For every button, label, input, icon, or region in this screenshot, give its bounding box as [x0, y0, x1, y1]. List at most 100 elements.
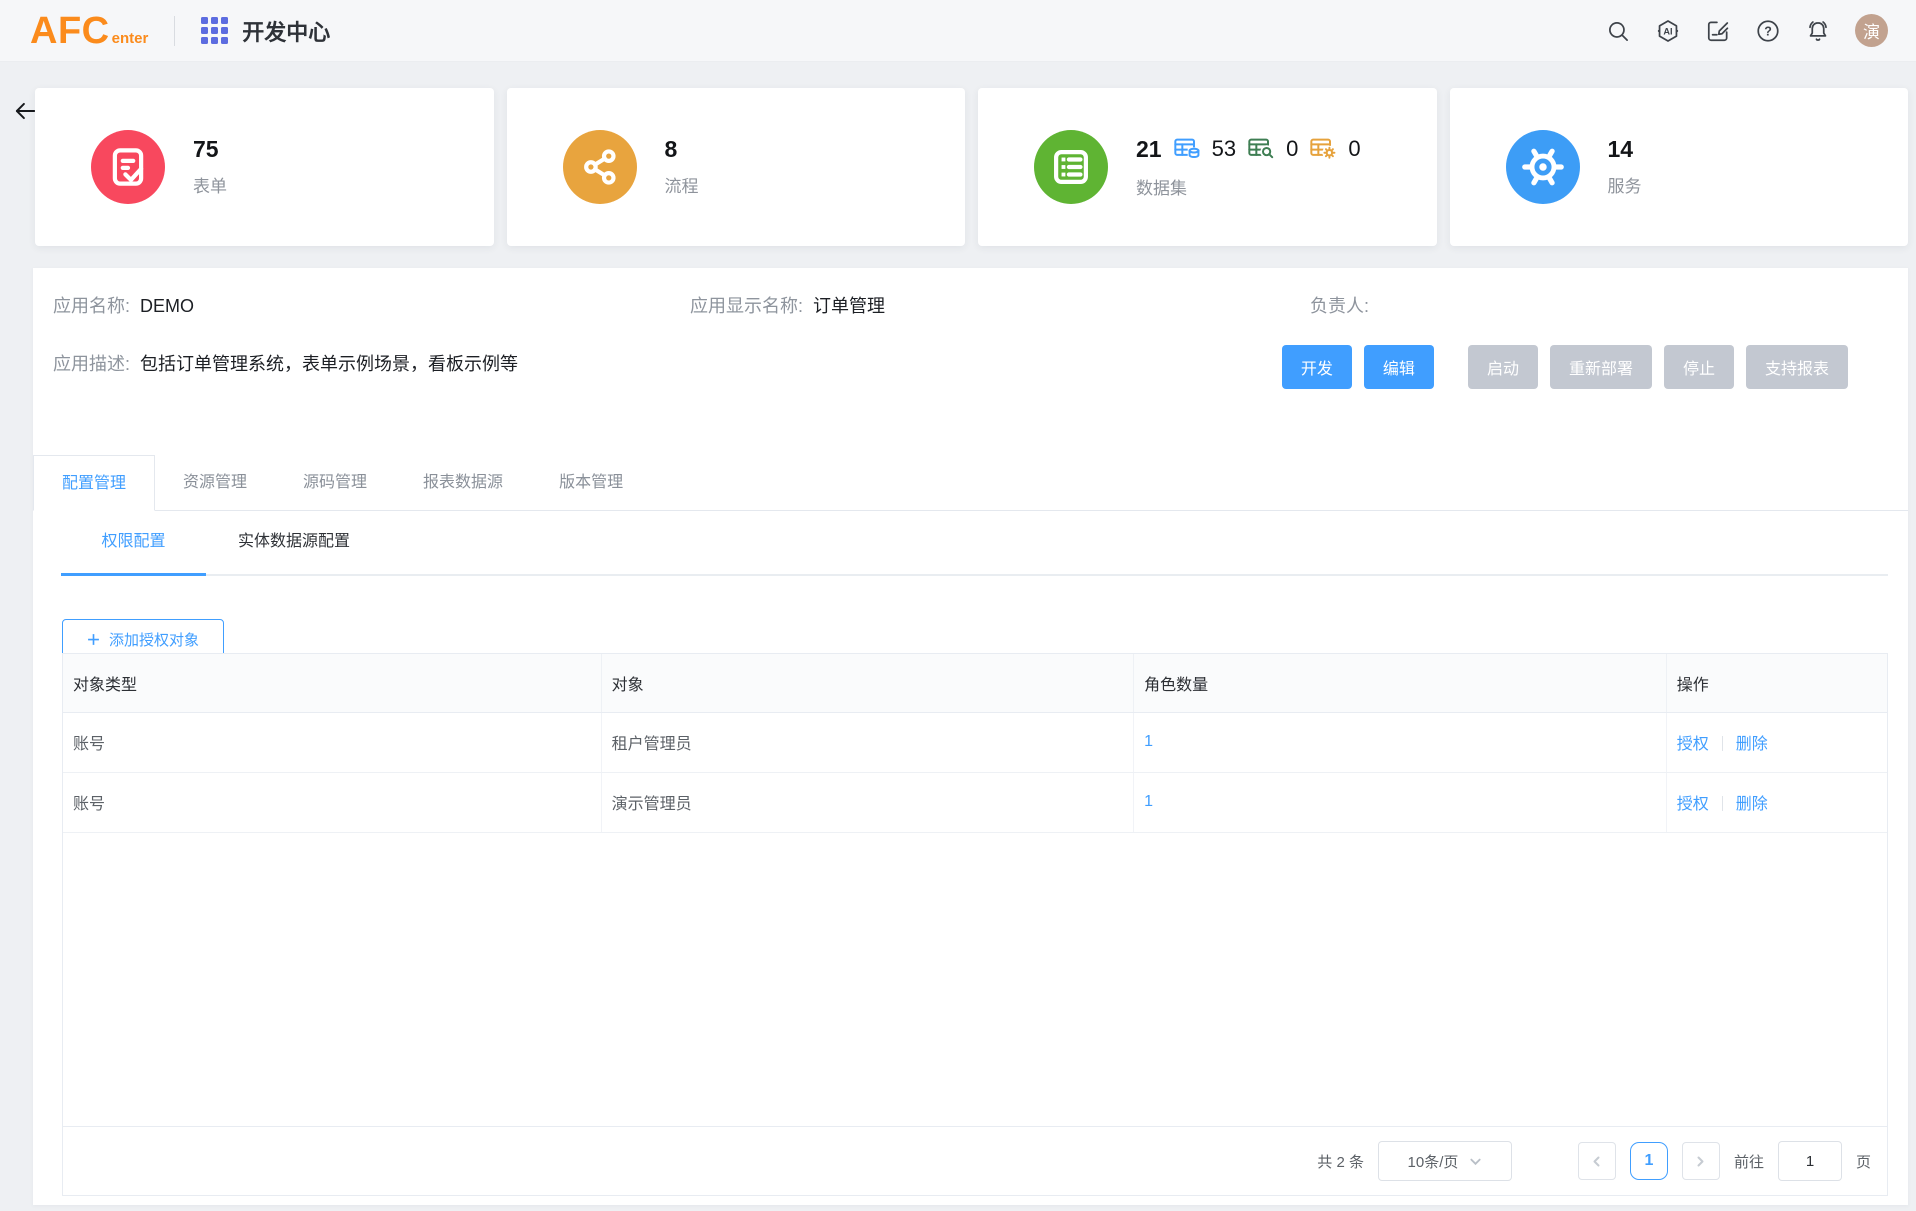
compose-icon — [1705, 18, 1731, 44]
page-size-value: 10条/页 — [1408, 1151, 1459, 1172]
form-check-icon — [91, 130, 165, 204]
page-size-select[interactable]: 10条/页 — [1378, 1141, 1512, 1181]
app-panel: 应用名称: DEMO 应用显示名称: 订单管理 负责人: 应用描述: 包括订单管理系统… — [33, 268, 1908, 1205]
stat-card-datasets: 21 53 — [978, 88, 1437, 246]
role-count-link[interactable]: 1 — [1144, 733, 1153, 750]
help-button[interactable]: ? — [1755, 18, 1781, 44]
authorization-table: 对象类型 对象 角色数量 操作 账号 租户管理员 1 授权删除 账号 演 — [63, 654, 1887, 833]
dataset-stats: 21 53 — [1136, 135, 1361, 163]
cell-object: 租户管理员 — [601, 712, 1134, 772]
avatar-text: 演 — [1863, 18, 1880, 43]
app-description-label: 应用描述: — [53, 354, 130, 374]
cell-object-type: 账号 — [63, 712, 601, 772]
compose-button[interactable] — [1705, 18, 1731, 44]
delete-link[interactable]: 删除 — [1736, 736, 1768, 753]
role-count-link[interactable]: 1 — [1144, 793, 1153, 810]
plus-icon — [87, 633, 100, 646]
services-label: 服务 — [1608, 172, 1642, 197]
edit-button[interactable]: 编辑 — [1364, 345, 1434, 389]
flows-count: 8 — [665, 138, 699, 161]
action-divider — [1722, 736, 1723, 751]
total-count-label: 共 2 条 — [1317, 1151, 1364, 1172]
dataset-count: 21 — [1136, 138, 1162, 161]
topbar-actions: AI ? — [1605, 14, 1888, 47]
goto-unit-label: 页 — [1856, 1151, 1871, 1172]
tab-config-management[interactable]: 配置管理 — [33, 455, 155, 511]
table-header-row: 对象类型 对象 角色数量 操作 — [63, 654, 1887, 712]
notification-button[interactable] — [1805, 18, 1831, 44]
cell-role-count: 1 — [1134, 772, 1667, 832]
goto-label: 前往 — [1734, 1151, 1764, 1172]
logo-main-text: AFC — [30, 12, 110, 50]
app-name-label: 应用名称: — [53, 296, 130, 316]
app-display-name-value: 订单管理 — [813, 296, 885, 316]
afcenter-logo[interactable]: AFC enter — [30, 12, 148, 50]
authorization-table-panel: 对象类型 对象 角色数量 操作 账号 租户管理员 1 授权删除 账号 演 — [62, 653, 1888, 1196]
next-page-button[interactable] — [1682, 1142, 1720, 1180]
prev-page-button[interactable] — [1578, 1142, 1616, 1180]
pagination-bar: 共 2 条 10条/页 1 前往 页 — [63, 1126, 1887, 1195]
subtab-entity-datasource-config[interactable]: 实体数据源配置 — [206, 512, 382, 576]
authorize-link[interactable]: 授权 — [1677, 796, 1709, 813]
help-icon: ? — [1755, 18, 1781, 44]
page-number-button[interactable]: 1 — [1630, 1142, 1668, 1180]
column-object-type: 对象类型 — [63, 654, 601, 712]
start-button[interactable]: 启动 — [1468, 345, 1538, 389]
cell-actions: 授权 删除 — [1666, 712, 1887, 772]
tab-resource-management[interactable]: 资源管理 — [155, 455, 275, 510]
cell-object: 演示管理员 — [601, 772, 1134, 832]
action-buttons: 开发 编辑 启动 重新部署 停止 支持报表 — [1282, 345, 1848, 389]
avatar[interactable]: 演 — [1855, 14, 1888, 47]
dataset-extra-count: 0 — [1286, 138, 1298, 160]
table-row: 账号 租户管理员 1 授权 删除 — [63, 712, 1887, 772]
delete-link[interactable]: 删除 — [1736, 796, 1768, 813]
main-tabs: 配置管理 资源管理 源码管理 报表数据源 版本管理 — [33, 455, 1908, 511]
ai-assistant-icon: AI — [1655, 18, 1681, 44]
sub-tabs: 权限配置 实体数据源配置 — [61, 512, 1888, 576]
subtab-permission-config[interactable]: 权限配置 — [61, 512, 206, 576]
stat-card-services: 14 服务 — [1450, 88, 1909, 246]
tab-source-management[interactable]: 源码管理 — [275, 455, 395, 510]
app-owner-label: 负责人: — [1310, 296, 1369, 316]
cell-role-count: 1 — [1134, 712, 1667, 772]
topbar: AFC enter 开发中心 AI — [0, 0, 1916, 62]
redeploy-button[interactable]: 重新部署 — [1550, 345, 1652, 389]
dataset-search-icon — [1247, 135, 1275, 163]
develop-button[interactable]: 开发 — [1282, 345, 1352, 389]
app-name-value: DEMO — [140, 296, 194, 316]
action-divider — [1722, 796, 1723, 811]
flows-label: 流程 — [665, 172, 699, 197]
forms-count: 75 — [193, 138, 227, 161]
svg-text:?: ? — [1764, 24, 1772, 38]
cell-actions: 授权 删除 — [1666, 772, 1887, 832]
chevron-down-icon — [1469, 1155, 1482, 1168]
search-button[interactable] — [1605, 18, 1631, 44]
app-display-name-field: 应用显示名称: 订单管理 — [690, 292, 885, 318]
notification-icon — [1805, 18, 1831, 44]
goto-page-input[interactable] — [1778, 1141, 1842, 1181]
support-report-button[interactable]: 支持报表 — [1746, 345, 1848, 389]
tab-report-datasource[interactable]: 报表数据源 — [395, 455, 531, 510]
app-grid-icon[interactable] — [201, 17, 228, 44]
header-divider — [174, 16, 175, 46]
ai-assistant-button[interactable]: AI — [1655, 18, 1681, 44]
stat-cards: 75 表单 8 流程 — [35, 88, 1908, 246]
app-description-value: 包括订单管理系统，表单示例场景，看板示例等 — [140, 354, 518, 374]
app-display-name-label: 应用显示名称: — [690, 296, 803, 316]
dataset-label: 数据集 — [1136, 174, 1361, 199]
authorize-link[interactable]: 授权 — [1677, 736, 1709, 753]
chevron-right-icon — [1693, 1154, 1708, 1169]
dataset-extra-count: 0 — [1348, 138, 1360, 160]
logo-sub-text: enter — [112, 30, 149, 47]
cell-object-type: 账号 — [63, 772, 601, 832]
tab-version-management[interactable]: 版本管理 — [531, 455, 651, 510]
column-object: 对象 — [601, 654, 1134, 712]
app-owner-field: 负责人: — [1310, 292, 1379, 318]
stat-card-flows: 8 流程 — [507, 88, 966, 246]
dataset-table-icon — [1034, 130, 1108, 204]
stop-button[interactable]: 停止 — [1664, 345, 1734, 389]
dataset-db-icon — [1173, 135, 1201, 163]
page-title: 开发中心 — [242, 15, 330, 47]
add-authorization-label: 添加授权对象 — [109, 629, 199, 650]
dataset-extra-count: 53 — [1212, 138, 1236, 160]
